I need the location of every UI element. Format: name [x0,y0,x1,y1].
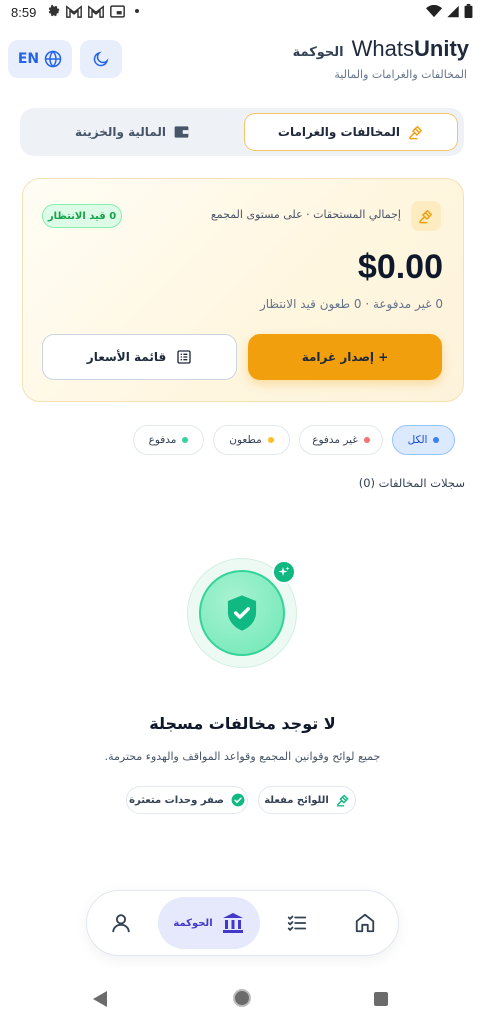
zero-defaulting-pill: صفر وحدات متعثرة [126,786,248,814]
app-name-part-b: Unity [414,36,469,61]
gavel-icon-badge [411,201,441,231]
gavel-icon [419,209,433,224]
gavel-icon [409,125,423,140]
empty-state-description: جميع لوائح وقوانين المجمع وقواعد المواقف… [104,750,381,763]
status-time: 8:59 [11,5,37,20]
pill-label: اللوائح مفعلة [264,794,329,806]
pill-label: صفر وحدات متعثرة [129,794,224,806]
filter-label: غير مدفوع [312,434,358,446]
status-bar: 8:59 [0,0,485,28]
back-icon[interactable] [92,990,108,1008]
gmail-icon [66,4,82,18]
nav-governance-label: الحوكمة [173,917,213,929]
home-circle-icon[interactable] [233,989,251,1007]
globe-icon [44,50,62,68]
status-dot [433,437,440,443]
tab-violations-fines[interactable]: المخالفات والغرامات [244,113,458,151]
filter-label: الكل [407,434,428,446]
gear-icon [48,4,60,17]
status-notification-icons [46,4,139,18]
app-name: WhatsUnity [352,36,469,62]
status-system-icons [426,4,473,18]
status-dot [363,437,370,443]
recent-apps-icon[interactable] [374,992,388,1006]
dot-icon [135,9,139,13]
home-icon [355,913,375,933]
filter-chip-appealed[interactable]: مطعون [213,425,290,455]
dues-summary-label: إجمالي المستحقات · على مستوى المجمع [210,208,401,221]
gmail-icon [88,4,104,18]
app-brand: الحوكمة WhatsUnity [293,36,469,62]
price-list-label: قائمة الأسعار [86,350,167,364]
wifi-icon [426,4,442,17]
issue-fine-button[interactable]: + إصدار غرامة [248,334,442,380]
status-dot [182,437,189,443]
pending-status-badge: 0 قيد الانتظار [42,204,122,228]
battery-icon [464,4,473,18]
filter-chip-unpaid[interactable]: غير مدفوع [299,425,383,455]
nav-list[interactable] [272,897,322,949]
app-name-part-a: Whats [351,36,414,61]
price-list-button[interactable]: قائمة الأسعار [42,334,237,380]
tab-label: المخالفات والغرامات [277,125,401,139]
language-label: EN [17,51,40,67]
rules-active-pill: اللوائح مفعلة [258,786,356,814]
filter-chip-paid[interactable]: مدفوع [133,425,204,455]
status-dot [267,437,274,443]
user-icon [112,914,130,933]
tab-finance-treasury[interactable]: المالية والخزينة [26,113,238,151]
language-toggle-button[interactable]: EN [8,40,72,78]
records-section-title: سجلات المخالفات (0) [358,476,465,490]
issue-fine-label: + إصدار غرامة [301,350,389,364]
theme-toggle-button[interactable] [80,40,122,78]
tab-label: المالية والخزينة [75,125,166,139]
shield-check-icon [227,595,257,631]
filter-chip-all[interactable]: الكل [392,425,455,455]
filter-label: مدفوع [148,434,177,446]
signal-icon [447,5,459,17]
nav-governance[interactable]: الحوكمة [158,897,260,949]
nav-profile[interactable] [96,897,146,949]
empty-state-title: لا توجد مخالفات مسجلة [149,714,336,733]
dues-breakdown-text: 0 غير مدفوعة · 0 طعون قيد الانتظار [259,297,443,311]
bank-icon [222,913,243,933]
check-circle-icon [231,793,245,807]
receipt-icon [177,350,191,364]
page-subtitle: المخالفات والغرامات والمالية [334,68,467,81]
moon-icon [93,51,109,67]
nav-home[interactable] [340,897,390,949]
brand-section-title: الحوكمة [292,45,344,60]
empty-state-badge [199,570,285,656]
list-icon [287,915,307,932]
gavel-icon [336,794,349,807]
total-dues-amount: $0.00 [357,248,443,286]
sparkle-icon [272,560,296,584]
wallet-icon [174,126,189,138]
filter-label: مطعون [229,434,262,446]
window-icon [110,4,125,18]
